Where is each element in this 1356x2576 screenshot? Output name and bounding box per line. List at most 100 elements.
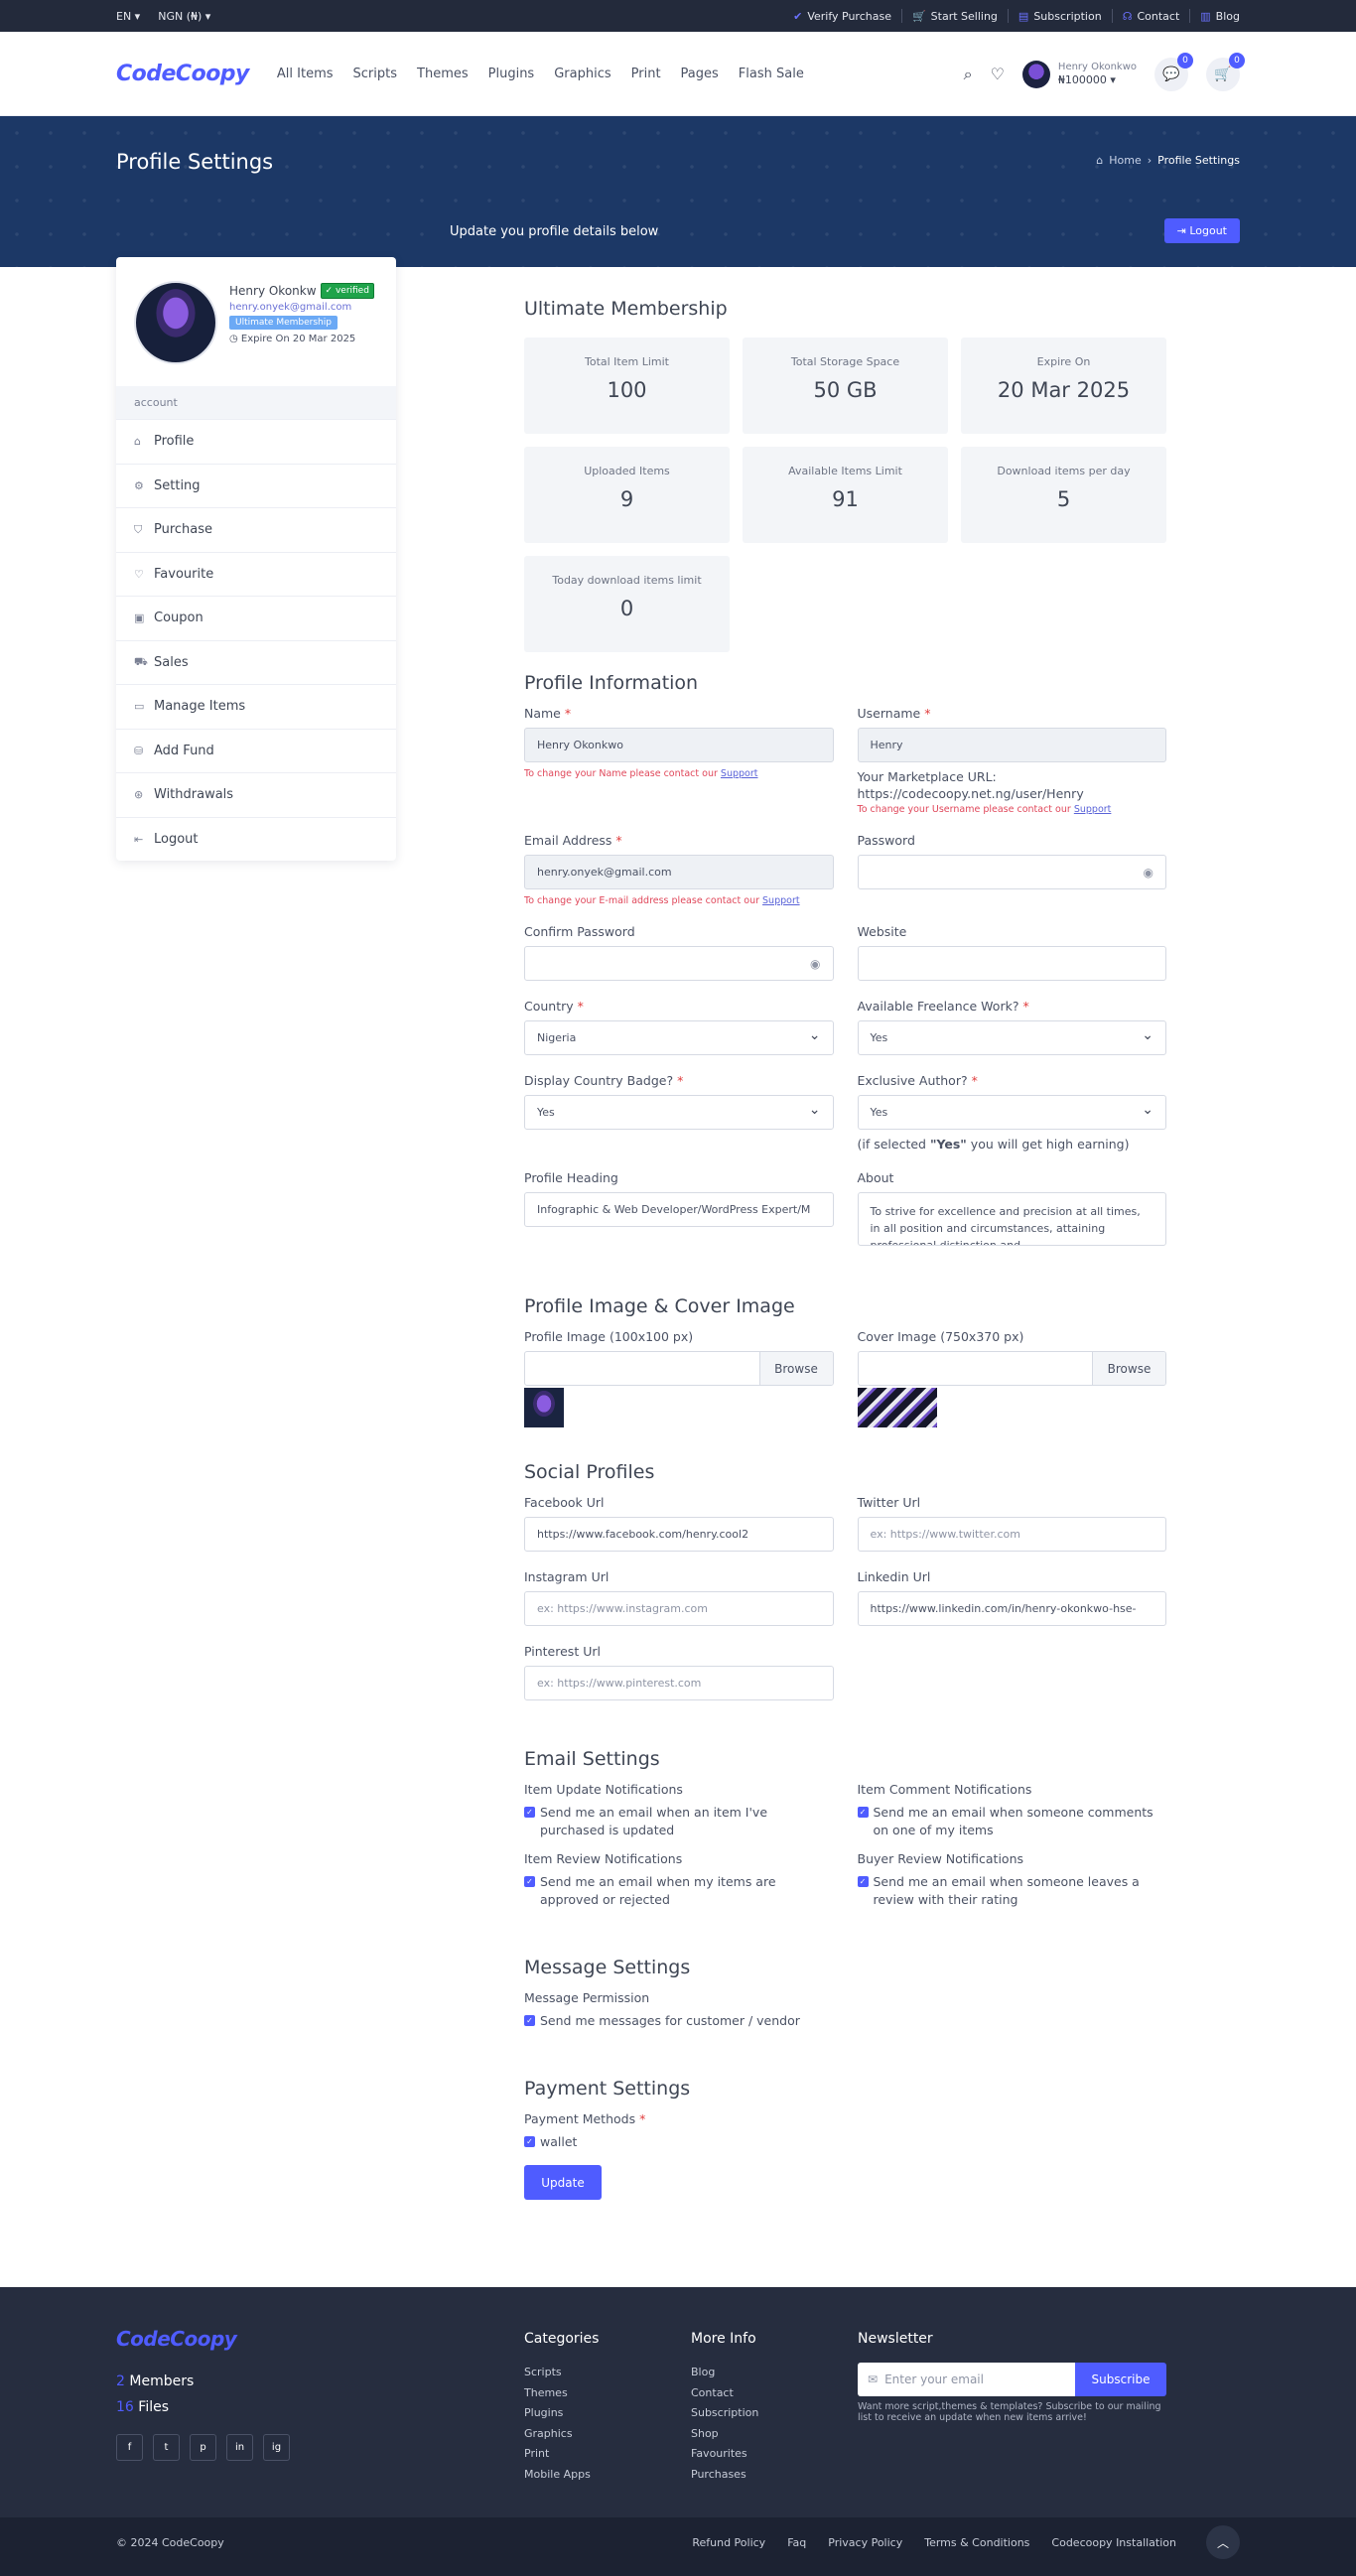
sidebar-item-withdrawals[interactable]: ⊛ Withdrawals xyxy=(116,772,396,817)
country-select[interactable]: Nigeria xyxy=(524,1020,834,1055)
country-badge-select[interactable]: Yes xyxy=(524,1095,834,1130)
item-review-checkbox[interactable]: ✓ Send me an email when my items are appr… xyxy=(524,1873,834,1909)
newsletter-note: Want more script,themes & templates? Sub… xyxy=(858,2401,1161,2423)
browse-button[interactable]: Browse xyxy=(758,1352,833,1385)
footer-link-mobile-apps[interactable]: Mobile Apps xyxy=(524,2465,599,2486)
pinterest-field[interactable]: ex: https://www.pinterest.com xyxy=(524,1666,834,1700)
update-button[interactable]: Update xyxy=(524,2165,602,2200)
messages-button[interactable]: 💬 0 xyxy=(1154,52,1193,91)
profile-heading-field[interactable]: Infographic & Web Developer/WordPress Ex… xyxy=(524,1192,834,1227)
eye-icon[interactable]: ◉ xyxy=(1144,866,1153,880)
linkedin-icon[interactable]: in xyxy=(226,2434,253,2461)
terms-link[interactable]: Terms & Conditions xyxy=(924,2536,1029,2549)
footer-link-blog[interactable]: Blog xyxy=(691,2363,758,2383)
user-menu[interactable]: Henry Okonkwo ₦100000 ▾ xyxy=(1021,60,1137,88)
sidebar-item-setting[interactable]: ⚙ Setting xyxy=(116,463,396,508)
nav-all-items[interactable]: All Items xyxy=(277,67,334,81)
faq-link[interactable]: Faq xyxy=(787,2536,806,2549)
sidebar-item-sales[interactable]: ⛟ Sales xyxy=(116,639,396,685)
language-selector[interactable]: EN ▾ xyxy=(116,10,140,23)
browse-button[interactable]: Browse xyxy=(1092,1352,1165,1385)
item-update-checkbox[interactable]: ✓ Send me an email when an item I've purc… xyxy=(524,1804,834,1839)
linkedin-field[interactable]: https://www.linkedin.com/in/henry-okonkw… xyxy=(857,1591,1166,1626)
message-permission-checkbox[interactable]: ✓ Send me messages for customer / vendor xyxy=(524,2012,1166,2030)
name-value: Henry Okonkwo xyxy=(537,739,623,751)
stat-card: Total Storage Space 50 GB xyxy=(743,338,948,434)
sidebar-item-logout[interactable]: ⇤ Logout xyxy=(116,816,396,862)
sidebar-item-purchase[interactable]: ⛉ Purchase xyxy=(116,507,396,552)
support-link[interactable]: Support xyxy=(721,768,758,779)
contact-link[interactable]: ☊ Contact xyxy=(1123,10,1180,23)
site-logo[interactable]: CodeCoopy xyxy=(116,62,249,86)
newsletter-email-input[interactable]: ✉ Enter your email xyxy=(858,2363,1075,2396)
sidebar-item-profile[interactable]: ⌂ Profile xyxy=(116,419,396,464)
start-selling-link[interactable]: 🛒 Start Selling xyxy=(912,10,998,23)
twitter-field[interactable]: ex: https://www.twitter.com xyxy=(857,1517,1166,1552)
footer-link-print[interactable]: Print xyxy=(524,2444,599,2465)
footer-logo[interactable]: CodeCoopy xyxy=(116,2327,290,2351)
twitter-icon[interactable]: t xyxy=(153,2434,180,2461)
logout-button[interactable]: ⇥ Logout xyxy=(1163,218,1240,243)
password-field[interactable]: ◉ xyxy=(857,855,1166,889)
exclusive-author-select[interactable]: Yes xyxy=(857,1095,1166,1130)
item-comment-checkbox[interactable]: ✓ Send me an email when someone comments … xyxy=(857,1804,1167,1839)
nav-flash-sale[interactable]: Flash Sale xyxy=(739,67,804,81)
about-textarea[interactable]: To strive for excellence and precision a… xyxy=(857,1192,1166,1246)
nav-themes[interactable]: Themes xyxy=(417,67,469,81)
pinterest-icon[interactable]: p xyxy=(190,2434,216,2461)
facebook-field[interactable]: https://www.facebook.com/henry.cool2 xyxy=(524,1517,834,1552)
heart-icon[interactable]: ♡ xyxy=(991,65,1005,83)
email-field[interactable]: henry.onyek@gmail.com xyxy=(524,855,834,889)
facebook-icon[interactable]: f xyxy=(116,2434,143,2461)
name-field[interactable]: Henry Okonkwo xyxy=(524,728,834,762)
sidebar-item-add-fund[interactable]: ⛁ Add Fund xyxy=(116,728,396,773)
confirm-password-label: Confirm Password xyxy=(524,924,635,939)
nav-pages[interactable]: Pages xyxy=(681,67,719,81)
support-link[interactable]: Support xyxy=(762,895,800,906)
profile-card: Henry Okonkw ✓ verified henry.onyek@gmail… xyxy=(116,257,396,386)
verify-purchase-link[interactable]: ✔ Verify Purchase xyxy=(793,10,891,23)
subscribe-button[interactable]: Subscribe xyxy=(1075,2363,1166,2396)
currency-selector[interactable]: NGN (₦) ▾ xyxy=(158,10,210,23)
support-link[interactable]: Support xyxy=(1074,804,1112,815)
checkbox-checked-icon: ✓ xyxy=(524,2136,535,2147)
sidebar-item-coupon[interactable]: ▣ Coupon xyxy=(116,596,396,640)
nav-scripts[interactable]: Scripts xyxy=(353,67,397,81)
footer-link-scripts[interactable]: Scripts xyxy=(524,2363,599,2383)
confirm-password-field[interactable]: ◉ xyxy=(524,946,834,981)
scroll-to-top-button[interactable]: ︿ xyxy=(1206,2525,1240,2559)
cart-button[interactable]: 🛒 0 xyxy=(1206,52,1245,91)
nav-print[interactable]: Print xyxy=(631,67,661,81)
cover-image-input[interactable]: Browse xyxy=(857,1351,1166,1386)
footer-link-contact[interactable]: Contact xyxy=(691,2383,758,2404)
sidebar-item-manage-items[interactable]: ▭ Manage Items xyxy=(116,684,396,729)
installation-link[interactable]: Codecoopy Installation xyxy=(1051,2536,1176,2549)
footer-link-purchases[interactable]: Purchases xyxy=(691,2465,758,2486)
search-icon[interactable]: ⌕ xyxy=(964,65,973,84)
breadcrumb-home[interactable]: Home xyxy=(1109,154,1141,167)
blog-link[interactable]: ▥ Blog xyxy=(1200,10,1240,23)
refund-policy-link[interactable]: Refund Policy xyxy=(692,2536,765,2549)
stat-value: 0 xyxy=(619,597,634,620)
nav-graphics[interactable]: Graphics xyxy=(554,67,610,81)
eye-icon[interactable]: ◉ xyxy=(810,957,820,971)
footer-link-graphics[interactable]: Graphics xyxy=(524,2424,599,2445)
instagram-icon[interactable]: ig xyxy=(263,2434,290,2461)
footer-link-plugins[interactable]: Plugins xyxy=(524,2403,599,2424)
footer-link-themes[interactable]: Themes xyxy=(524,2383,599,2404)
wallet-checkbox[interactable]: ✓ wallet xyxy=(524,2133,1166,2151)
username-field[interactable]: Henry xyxy=(857,728,1166,762)
footer-link-shop[interactable]: Shop xyxy=(691,2424,758,2445)
profile-image-input[interactable]: Browse xyxy=(524,1351,834,1386)
instagram-field[interactable]: ex: https://www.instagram.com xyxy=(524,1591,834,1626)
buyer-review-checkbox[interactable]: ✓ Send me an email when someone leaves a … xyxy=(857,1873,1167,1909)
website-field[interactable] xyxy=(857,946,1166,981)
subscription-link[interactable]: ▤ Subscription xyxy=(1018,10,1102,23)
freelance-select[interactable]: Yes xyxy=(857,1020,1166,1055)
sidebar-item-label: Add Fund xyxy=(154,743,214,758)
nav-plugins[interactable]: Plugins xyxy=(488,67,535,81)
footer-link-favourites[interactable]: Favourites xyxy=(691,2444,758,2465)
privacy-policy-link[interactable]: Privacy Policy xyxy=(828,2536,902,2549)
sidebar-item-favourite[interactable]: ♡ Favourite xyxy=(116,551,396,597)
footer-link-subscription[interactable]: Subscription xyxy=(691,2403,758,2424)
